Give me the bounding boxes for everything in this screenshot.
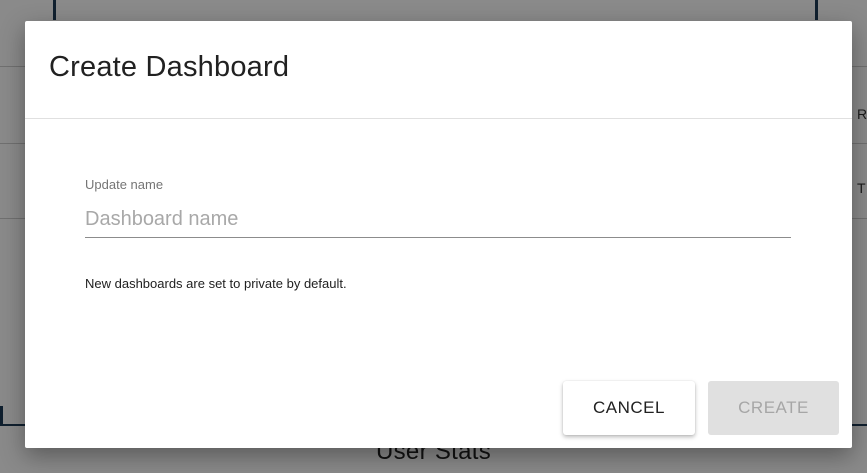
create-dashboard-dialog: Create Dashboard Update name New dashboa… — [25, 21, 852, 448]
cancel-button[interactable]: CANCEL — [563, 381, 695, 435]
dialog-divider — [25, 118, 852, 119]
dashboard-name-input[interactable] — [85, 201, 791, 238]
create-button[interactable]: CREATE — [708, 381, 839, 435]
name-field-label: Update name — [85, 177, 164, 192]
privacy-helper-text: New dashboards are set to private by def… — [85, 276, 347, 291]
dialog-title: Create Dashboard — [49, 51, 290, 83]
